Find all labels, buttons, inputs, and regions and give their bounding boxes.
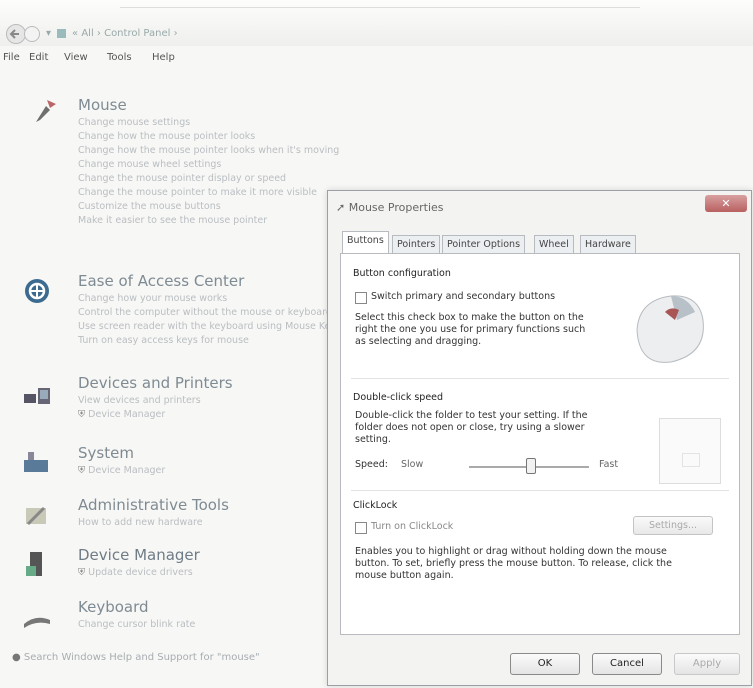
mouse-link[interactable]: Change the mouse pointer to make it more… (78, 187, 317, 198)
menu-tools[interactable]: Tools (107, 52, 132, 63)
devices-title[interactable]: Devices and Printers (78, 374, 233, 392)
keyboard-icon (24, 617, 50, 628)
mouse-properties-icon: ➚ (336, 201, 349, 214)
apply-button[interactable]: Apply (674, 653, 740, 675)
speed-fast-label: Fast (599, 459, 619, 470)
devices-printers-icon (24, 388, 50, 404)
clicklock-label[interactable]: Turn on ClickLock (371, 521, 453, 533)
keyboard-title[interactable]: Keyboard (78, 598, 149, 616)
ok-button[interactable]: OK (510, 653, 580, 675)
button-config-desc: right the one you use for primary functi… (355, 324, 586, 335)
mouse-link[interactable]: Change mouse wheel settings (78, 159, 221, 170)
help-search-text: Search Windows Help and Support for "mou… (23, 652, 260, 663)
mouse-link[interactable]: Customize the mouse buttons (78, 201, 221, 212)
ease-link[interactable]: Change how your mouse works (78, 293, 227, 304)
clicklock-settings-button[interactable]: Settings... (633, 516, 713, 535)
help-search-link[interactable]: ● Search Windows Help and Support for "m… (12, 652, 260, 663)
back-button[interactable] (6, 24, 26, 44)
clicklock-checkbox[interactable] (355, 522, 367, 534)
test-folder-area[interactable] (659, 418, 721, 484)
separator (351, 490, 729, 491)
back-arrow-icon (9, 29, 19, 39)
tab-hardware[interactable]: Hardware (580, 235, 636, 253)
address-path[interactable]: « All › Control Panel › (72, 28, 178, 39)
admin-tools-icon (26, 506, 46, 526)
close-icon: ✕ (721, 197, 731, 210)
double-click-desc: folder does not open or close, try using… (355, 422, 585, 433)
clicklock-desc: mouse button again. (355, 570, 454, 581)
mouse-title[interactable]: Mouse (78, 96, 127, 114)
admin-title[interactable]: Administrative Tools (78, 496, 229, 514)
shield-icon: ⛨ (78, 409, 89, 420)
shield-icon: ⛨ (78, 465, 89, 476)
clicklock-group-title: ClickLock (353, 500, 398, 511)
tab-pointers[interactable]: Pointers (392, 235, 441, 253)
mouse-link[interactable]: Make it easier to see the mouse pointer (78, 215, 267, 226)
device-manager-link[interactable]: ⛨ Device Manager (78, 409, 165, 420)
ease-of-access-icon (25, 279, 49, 303)
button-config-desc: as selecting and dragging. (355, 336, 482, 347)
ease-title[interactable]: Ease of Access Center (78, 272, 244, 290)
mouse-link[interactable]: Change mouse settings (78, 117, 190, 128)
speed-slider-thumb[interactable] (526, 458, 536, 474)
device-manager-icon (26, 552, 42, 576)
devices-link[interactable]: View devices and printers (78, 395, 201, 406)
clicklock-desc: Enables you to highlight or drag without… (355, 546, 667, 557)
device-manager-link-label: Device Manager (88, 409, 166, 420)
control-panel-icon (57, 28, 67, 38)
button-config-desc: Select this check box to make the button… (355, 312, 584, 323)
tab-pointer-options[interactable]: Pointer Options (442, 235, 526, 253)
mouse-link[interactable]: Change how the mouse pointer looks (78, 131, 255, 142)
ease-link[interactable]: Use screen reader with the keyboard usin… (78, 321, 341, 332)
menu-bar: File Edit View Tools Help (0, 50, 753, 68)
devmgr-title[interactable]: Device Manager (78, 546, 200, 564)
system-icon (24, 452, 48, 472)
mouse-link[interactable]: Change the mouse pointer display or spee… (78, 173, 286, 184)
menu-edit[interactable]: Edit (29, 52, 48, 63)
address-bar[interactable]: ▾ « All › Control Panel › (46, 23, 746, 43)
tab-wheel[interactable]: Wheel (534, 235, 574, 253)
mouse-pointer-icon (36, 100, 56, 122)
separator (351, 378, 729, 379)
switch-buttons-label[interactable]: Switch primary and secondary buttons (371, 291, 555, 303)
double-click-desc: Double-click the folder to test your set… (355, 410, 588, 421)
scanner-artifact (120, 0, 640, 8)
dropdown-arrow-icon[interactable]: ▾ (46, 28, 51, 39)
system-device-manager-link[interactable]: ⛨ Device Manager (78, 465, 165, 476)
system-device-manager-label: Device Manager (88, 465, 166, 476)
speed-label: Speed: (355, 459, 388, 470)
forward-button[interactable] (24, 26, 40, 42)
menu-view[interactable]: View (64, 52, 88, 63)
ease-link[interactable]: Control the computer without the mouse o… (78, 307, 332, 318)
switch-buttons-checkbox[interactable] (355, 292, 367, 304)
system-title[interactable]: System (78, 444, 134, 462)
menu-file[interactable]: File (3, 52, 20, 63)
clicklock-desc: button. To set, briefly press the mouse … (355, 558, 672, 569)
window-header: ▾ « All › Control Panel › (0, 0, 753, 46)
dialog-title-bar: ➚ Mouse Properties (336, 201, 444, 214)
cancel-button[interactable]: Cancel (592, 653, 662, 675)
folder-icon (682, 453, 700, 467)
admin-link[interactable]: How to add new hardware (78, 517, 203, 528)
dialog-title: Mouse Properties (348, 201, 444, 214)
double-click-desc: setting. (355, 434, 391, 445)
tab-buttons[interactable]: Buttons (342, 231, 389, 253)
devmgr-link[interactable]: ⛨ Update device drivers (78, 567, 193, 578)
double-click-group-title: Double-click speed (353, 392, 444, 403)
shield-icon: ⛨ (78, 567, 89, 578)
menu-help[interactable]: Help (152, 52, 175, 63)
keyboard-link[interactable]: Change cursor blink rate (78, 619, 195, 630)
devmgr-link-label: Update device drivers (88, 567, 193, 578)
help-icon: ● (12, 652, 24, 663)
close-button[interactable]: ✕ (705, 195, 747, 212)
ease-link[interactable]: Turn on easy access keys for mouse (78, 335, 249, 346)
mouse-link[interactable]: Change how the mouse pointer looks when … (78, 145, 339, 156)
mouse-device-icon (636, 295, 704, 363)
speed-slow-label: Slow (401, 459, 424, 470)
buttons-tab-panel: Button configuration Switch primary and … (340, 253, 740, 635)
mouse-properties-dialog: ➚ Mouse Properties ✕ Buttons Pointers Po… (327, 190, 752, 686)
button-config-group-title: Button configuration (353, 268, 451, 279)
